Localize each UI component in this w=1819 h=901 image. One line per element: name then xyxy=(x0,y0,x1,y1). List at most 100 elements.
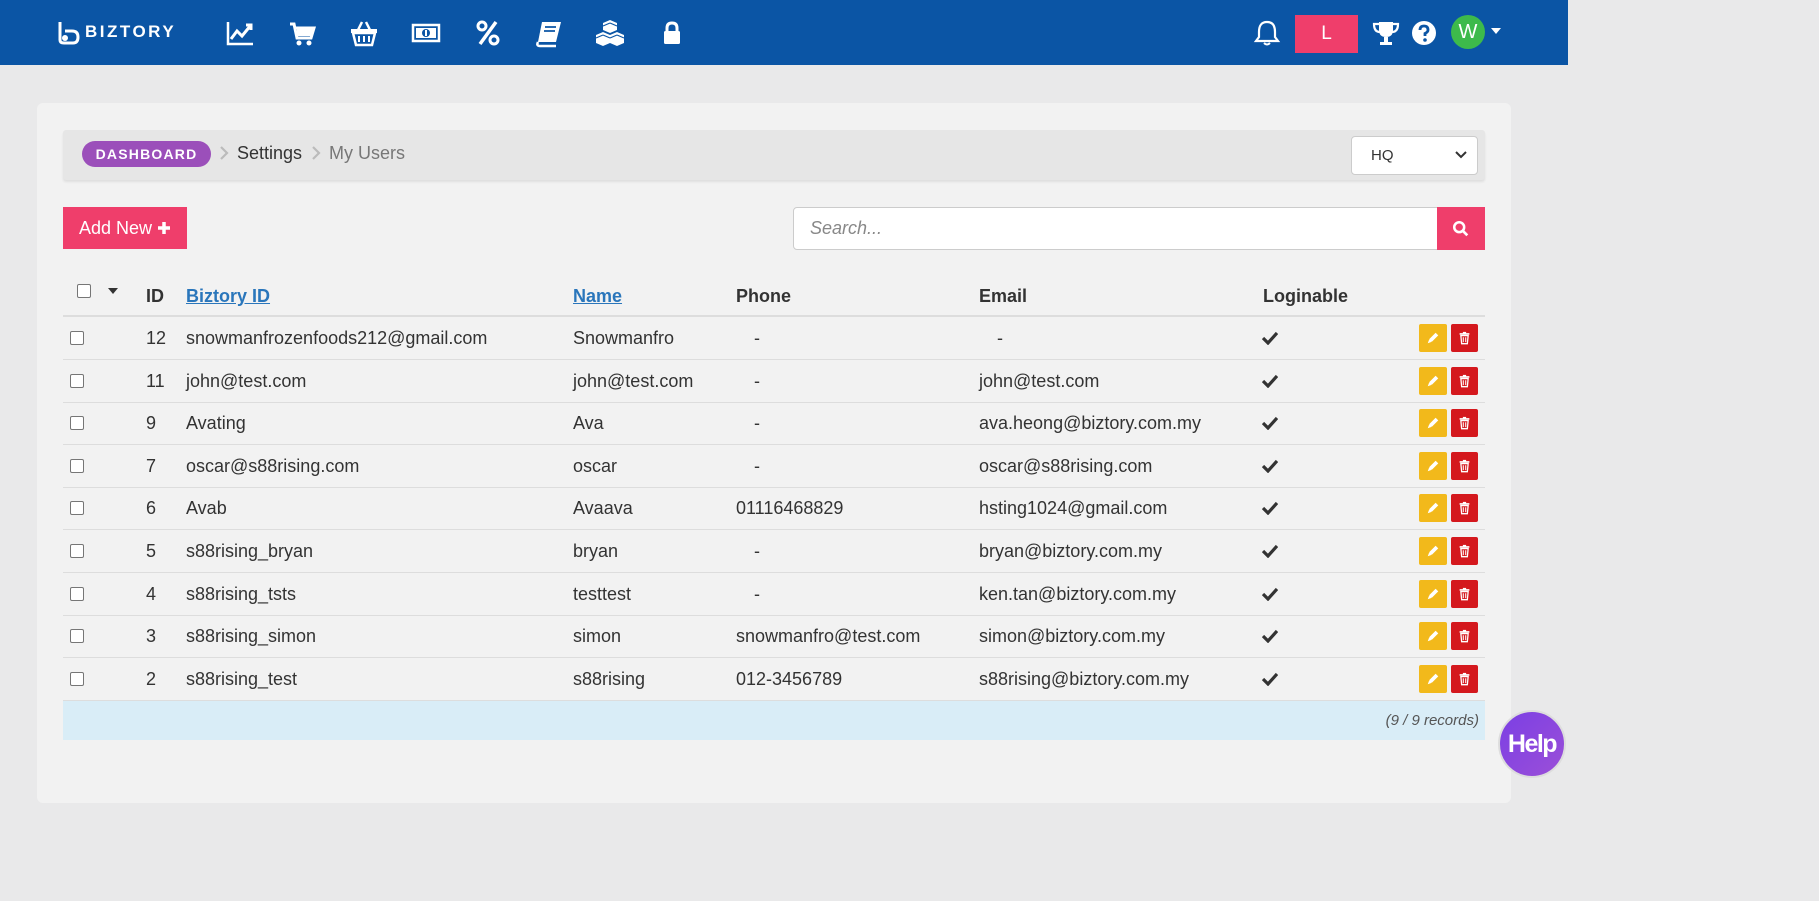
add-new-label: Add New xyxy=(79,217,153,238)
cell-biztory-id: oscar@s88rising.com xyxy=(186,455,360,476)
cell-biztory-id: s88rising_bryan xyxy=(186,541,314,561)
chevron-right-icon xyxy=(220,146,229,160)
edit-button[interactable] xyxy=(1419,409,1447,438)
records-count: (9 / 9 records) xyxy=(1385,712,1479,729)
edit-button[interactable] xyxy=(1419,494,1447,523)
percent-icon[interactable] xyxy=(472,17,504,49)
avatar[interactable]: W xyxy=(1451,15,1485,49)
trash-icon xyxy=(1459,544,1470,558)
row-checkbox[interactable] xyxy=(70,671,84,686)
trash-icon xyxy=(1459,331,1470,345)
help-button[interactable]: Help xyxy=(1498,710,1566,778)
edit-button[interactable] xyxy=(1419,324,1447,352)
cell-name: s88rising xyxy=(573,668,646,689)
cell-phone: - xyxy=(754,541,760,561)
header-biztory-id[interactable]: Biztory ID xyxy=(186,286,270,307)
bell-icon[interactable] xyxy=(1251,17,1283,49)
cell-email: - xyxy=(997,328,1003,348)
breadcrumb-settings[interactable]: Settings xyxy=(237,143,302,164)
delete-button[interactable] xyxy=(1451,494,1478,523)
pencil-icon xyxy=(1427,588,1439,599)
delete-button[interactable] xyxy=(1451,451,1478,480)
caret-down-icon[interactable] xyxy=(108,288,118,294)
edit-button[interactable] xyxy=(1419,664,1447,693)
money-icon[interactable] xyxy=(410,17,442,49)
row-checkbox[interactable] xyxy=(70,629,84,644)
cubes-icon[interactable] xyxy=(594,17,626,49)
book-icon[interactable] xyxy=(533,17,565,49)
user-badge[interactable]: L xyxy=(1295,15,1358,53)
table-row: 6 Avab Avaava 01116468829 hsting1024@gmail.c… xyxy=(63,487,1485,531)
edit-button[interactable] xyxy=(1419,622,1447,651)
cell-email: s88rising@biztory.com.my xyxy=(979,668,1189,689)
delete-button[interactable] xyxy=(1451,366,1478,395)
delete-button[interactable] xyxy=(1451,537,1478,565)
logo-text: BIZTORY xyxy=(85,22,177,41)
cell-id: 9 xyxy=(146,413,157,434)
header-loginable: Loginable xyxy=(1263,286,1348,306)
row-checkbox[interactable] xyxy=(70,501,84,516)
chevron-right-icon xyxy=(312,146,321,160)
trophy-icon[interactable] xyxy=(1370,17,1402,49)
breadcrumb-dashboard[interactable]: DASHBOARD xyxy=(82,141,211,167)
basket-icon[interactable] xyxy=(348,17,380,49)
biztory-logo[interactable]: BIZTORY xyxy=(55,18,176,46)
check-icon xyxy=(1262,502,1278,516)
cell-biztory-id: s88rising_simon xyxy=(186,626,317,647)
cell-biztory-id: Avating xyxy=(186,413,246,434)
table-header: ID Biztory ID Name Phone Email Loginable xyxy=(63,272,1485,317)
table-row: 5 s88rising_bryan bryan - bryan@biztory.com.… xyxy=(63,530,1485,573)
cell-email: hsting1024@gmail.com xyxy=(979,498,1168,519)
search-input[interactable] xyxy=(793,207,1438,250)
table-row: 9 Avating Ava - ava.heong@biztory.com.my xyxy=(63,402,1485,446)
plus-icon xyxy=(158,222,171,234)
cell-email: john@test.com xyxy=(979,370,1100,391)
edit-button[interactable] xyxy=(1419,537,1447,565)
question-icon[interactable] xyxy=(1408,17,1440,49)
edit-button[interactable] xyxy=(1419,579,1447,608)
row-checkbox[interactable] xyxy=(70,331,84,345)
cell-name: john@test.com xyxy=(573,370,694,391)
cell-name: bryan xyxy=(573,541,619,561)
row-checkbox[interactable] xyxy=(70,544,84,558)
header-name[interactable]: Name xyxy=(573,286,622,307)
chart-line-icon[interactable] xyxy=(224,17,256,49)
pencil-icon xyxy=(1427,417,1439,429)
cart-icon[interactable] xyxy=(286,17,318,49)
trash-icon xyxy=(1459,374,1470,387)
check-icon xyxy=(1262,374,1278,388)
delete-button[interactable] xyxy=(1451,324,1478,352)
cell-biztory-id: snowmanfrozenfoods212@gmail.com xyxy=(186,328,488,348)
breadcrumb-current: My Users xyxy=(329,143,405,163)
delete-button[interactable] xyxy=(1451,622,1478,651)
row-checkbox[interactable] xyxy=(70,373,84,388)
table-row: 12 snowmanfrozenfoods212@gmail.com Snowman… xyxy=(63,317,1485,360)
delete-button[interactable] xyxy=(1451,579,1478,608)
cell-name: oscar xyxy=(573,455,618,476)
edit-button[interactable] xyxy=(1419,451,1447,480)
search-button[interactable] xyxy=(1437,207,1485,250)
edit-button[interactable] xyxy=(1419,366,1447,395)
trash-icon xyxy=(1459,630,1470,643)
cell-biztory-id: s88rising_test xyxy=(186,668,298,689)
row-checkbox[interactable] xyxy=(70,458,84,473)
table-row: 2 s88rising_test s88rising 012-3456789 s88ri… xyxy=(63,658,1485,701)
header-phone: Phone xyxy=(736,286,792,306)
header-email: Email xyxy=(979,286,1028,306)
cell-id: 12 xyxy=(146,328,167,348)
check-icon xyxy=(1262,544,1278,558)
delete-button[interactable] xyxy=(1451,409,1478,438)
branch-select[interactable]: HQ xyxy=(1351,136,1478,175)
add-new-button[interactable]: Add New xyxy=(63,207,187,249)
cell-name: simon xyxy=(573,626,622,647)
top-navbar: BIZTORY L W xyxy=(0,0,1568,65)
delete-button[interactable] xyxy=(1451,664,1478,693)
lock-icon[interactable] xyxy=(656,17,688,49)
row-checkbox[interactable] xyxy=(70,416,84,431)
cell-id: 6 xyxy=(146,498,157,519)
pencil-icon xyxy=(1427,375,1439,386)
chevron-down-icon[interactable] xyxy=(1491,28,1501,34)
cell-name: Avaava xyxy=(573,498,633,519)
row-checkbox[interactable] xyxy=(70,586,84,601)
select-all-checkbox[interactable] xyxy=(77,284,91,298)
